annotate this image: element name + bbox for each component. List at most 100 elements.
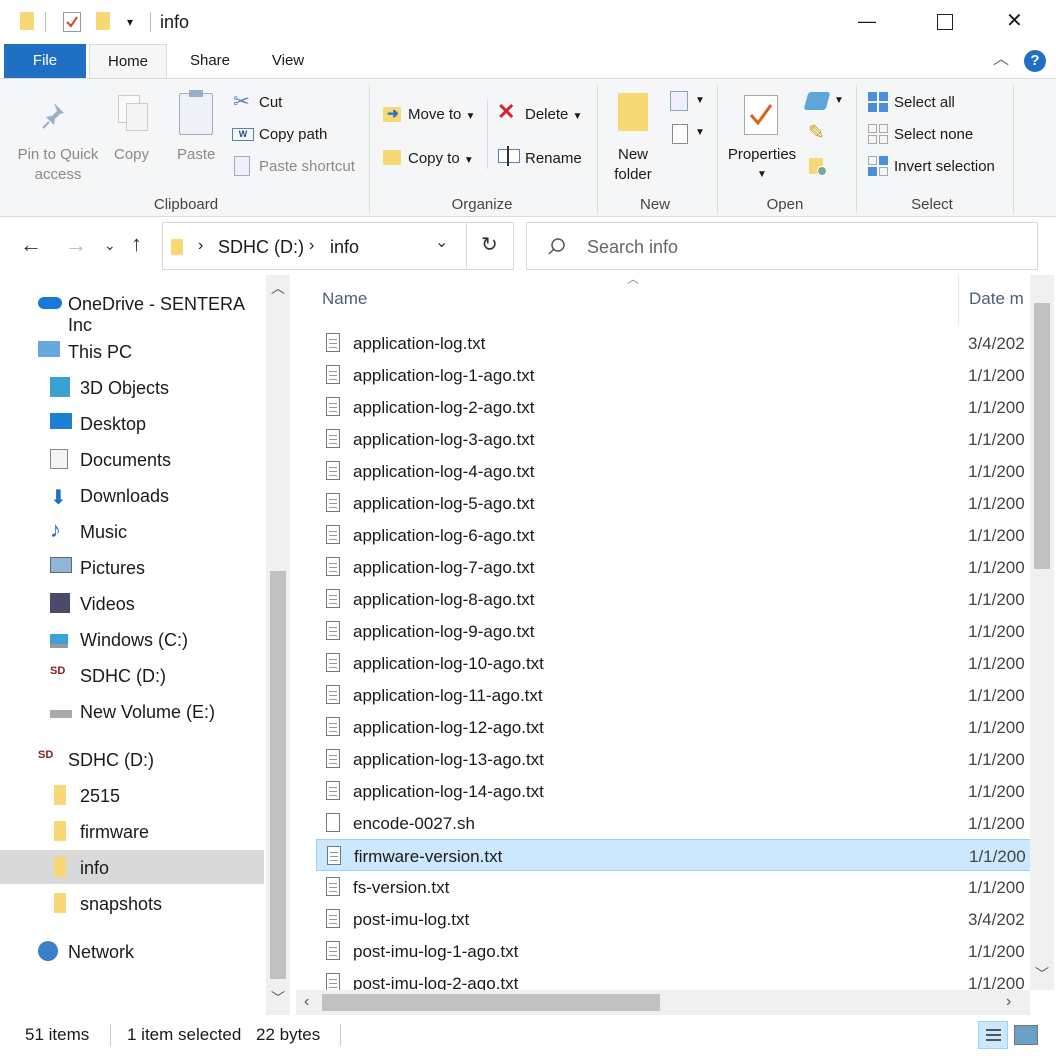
file-row[interactable]: application-log-6-ago.txt 1/1/200 [316,519,1054,551]
refresh-icon[interactable]: ↻ [481,235,498,255]
nav-item[interactable]: This PC [0,334,264,368]
column-header-date[interactable]: Date m [969,290,1024,307]
file-hscrollbar[interactable]: ‹ › [296,990,1030,1015]
cut-button[interactable]: Cut [259,94,282,111]
delete-button[interactable]: Delete ▼ [525,106,582,123]
edit-icon[interactable]: ✎ [808,123,825,143]
large-icons-view-icon[interactable] [1014,1025,1038,1045]
minimize-button[interactable]: — [858,12,876,30]
nav-item[interactable]: Network [0,934,264,968]
search-input[interactable]: Search info [587,238,678,256]
file-row[interactable]: encode-0027.sh 1/1/200 [316,807,1054,839]
tab-file[interactable]: File [4,44,86,78]
file-row[interactable]: firmware-version.txt 1/1/200 [316,839,1054,871]
nav-item[interactable]: Desktop [0,406,264,440]
new-item-icon[interactable] [670,91,688,111]
search-box[interactable]: Search info [526,222,1038,270]
column-header-name[interactable]: Name [322,290,367,307]
file-row[interactable]: application-log-8-ago.txt 1/1/200 [316,583,1054,615]
nav-item[interactable]: ♪ Music [0,514,264,548]
recent-locations-chevron-icon[interactable]: ⌄ [104,238,116,252]
breadcrumb-drive[interactable]: SDHC (D:) [218,238,304,256]
nav-item[interactable]: 3D Objects [0,370,264,404]
file-row[interactable]: application-log-4-ago.txt 1/1/200 [316,455,1054,487]
select-all-button[interactable]: Select all [894,94,955,111]
address-box[interactable]: › SDHC (D:) › info ⌄ ↻ [162,222,514,270]
file-row[interactable]: application-log-5-ago.txt 1/1/200 [316,487,1054,519]
file-row[interactable]: application-log-11-ago.txt 1/1/200 [316,679,1054,711]
nav-item[interactable]: Windows (C:) [0,622,264,656]
properties-button[interactable]: Properties ▼ [726,145,798,185]
nav-item[interactable]: Videos [0,586,264,620]
pin-quick-access-button[interactable]: Pin to Quick access [12,145,104,185]
history-icon[interactable] [809,158,827,176]
forward-arrow-icon[interactable]: → [65,234,87,256]
qat-dropdown-icon[interactable]: ▾ [127,16,133,28]
file-scroll-thumb[interactable] [1034,303,1050,569]
paste-shortcut-button[interactable]: Paste shortcut [259,158,355,175]
copy-to-button[interactable]: Copy to ▼ [408,150,474,167]
nav-scrollbar[interactable]: ︿ ﹀ [266,275,290,1015]
tab-home[interactable]: Home [89,44,167,79]
details-view-icon[interactable] [978,1021,1008,1049]
file-row[interactable]: application-log-14-ago.txt 1/1/200 [316,775,1054,807]
file-row[interactable]: application-log-2-ago.txt 1/1/200 [316,391,1054,423]
nav-item[interactable]: firmware [0,814,264,848]
file-row[interactable]: application-log.txt 3/4/202 [316,327,1054,359]
file-row[interactable]: fs-version.txt 1/1/200 [316,871,1054,903]
back-arrow-icon[interactable]: ← [20,234,42,256]
file-row[interactable]: application-log-3-ago.txt 1/1/200 [316,423,1054,455]
paste-button[interactable]: Paste [177,146,215,163]
file-hscroll-thumb[interactable] [322,994,660,1011]
file-row[interactable]: post-imu-log-1-ago.txt 1/1/200 [316,935,1054,967]
scroll-up-icon[interactable]: ︿ [271,281,285,295]
properties-qat-icon[interactable] [63,12,81,32]
file-row[interactable]: application-log-10-ago.txt 1/1/200 [316,647,1054,679]
rename-button[interactable]: Rename [525,150,582,167]
nav-item[interactable]: SD SDHC (D:) [0,742,264,776]
tab-share[interactable]: Share [172,44,248,78]
file-row[interactable]: application-log-9-ago.txt 1/1/200 [316,615,1054,647]
nav-item[interactable]: OneDrive - SENTERA Inc [0,286,264,335]
open-icon[interactable] [803,92,831,110]
nav-item[interactable]: Pictures [0,550,264,584]
nav-item[interactable]: info [0,850,264,884]
easy-access-icon[interactable] [672,124,688,144]
nav-item[interactable]: ⬇ Downloads [0,478,264,512]
move-to-button[interactable]: Move to ▼ [408,106,475,123]
scroll-down-icon[interactable]: ﹀ [1035,967,1049,981]
tab-view[interactable]: View [250,44,326,78]
scroll-right-icon[interactable]: › [1006,994,1011,1010]
new-folder-button[interactable]: New folder [603,145,663,185]
open-dropdown-icon[interactable]: ▼ [834,96,844,106]
collapse-ribbon-icon[interactable]: ︿ [993,52,1009,68]
copy-path-button[interactable]: Copy path [259,126,327,143]
up-arrow-icon[interactable]: ↑ [131,233,142,255]
select-none-button[interactable]: Select none [894,126,973,143]
nav-item[interactable]: New Volume (E:) [0,694,264,728]
nav-item[interactable]: Documents [0,442,264,476]
close-button[interactable]: ✕ [1006,11,1023,31]
address-dropdown-icon[interactable]: ⌄ [435,235,448,251]
file-scrollbar[interactable]: ﹀ [1030,275,1054,990]
breadcrumb-info[interactable]: info [330,238,359,256]
file-row[interactable]: application-log-1-ago.txt 1/1/200 [316,359,1054,391]
scroll-down-icon[interactable]: ﹀ [271,991,285,1005]
nav-scroll-thumb[interactable] [270,571,286,979]
new-item-dropdown-icon[interactable]: ▼ [695,96,705,106]
nav-item[interactable]: 2515 [0,778,264,812]
file-row[interactable]: application-log-7-ago.txt 1/1/200 [316,551,1054,583]
file-row[interactable]: application-log-13-ago.txt 1/1/200 [316,743,1054,775]
easy-access-dropdown-icon[interactable]: ▼ [695,128,705,138]
invert-selection-button[interactable]: Invert selection [894,158,995,175]
file-row[interactable]: application-log-12-ago.txt 1/1/200 [316,711,1054,743]
copy-button[interactable]: Copy [114,146,149,163]
help-icon[interactable]: ? [1024,50,1046,72]
file-row[interactable]: post-imu-log.txt 3/4/202 [316,903,1054,935]
nav-item[interactable]: snapshots [0,886,264,920]
maximize-button[interactable] [937,14,953,30]
scroll-left-icon[interactable]: ‹ [304,994,309,1010]
new-folder-qat-icon[interactable] [96,12,110,30]
new-folder-icon [618,93,648,131]
nav-item[interactable]: SD SDHC (D:) [0,658,264,692]
